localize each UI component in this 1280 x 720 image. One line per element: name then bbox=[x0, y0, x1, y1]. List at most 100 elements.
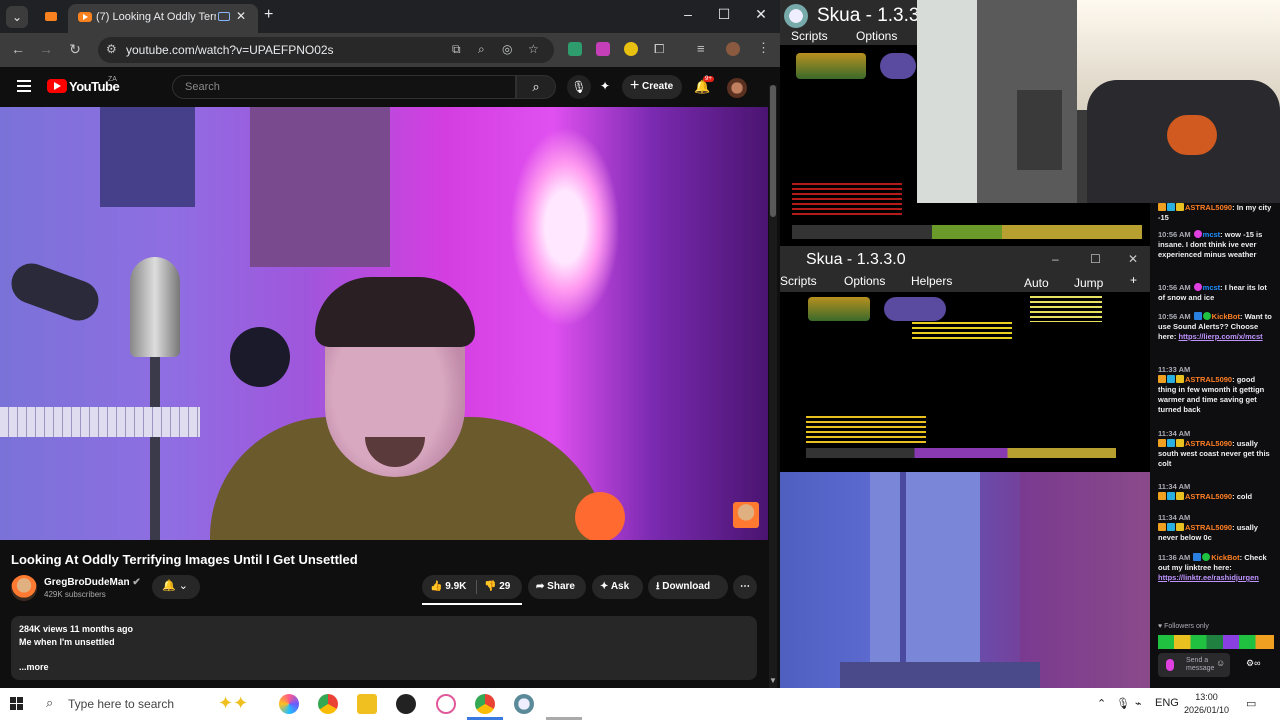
bot-badge-icon bbox=[1193, 312, 1202, 320]
notifications-icon[interactable]: ▭ bbox=[1246, 697, 1256, 710]
target-portrait-2 bbox=[884, 297, 946, 321]
skua-app-icon[interactable] bbox=[514, 694, 534, 714]
windows-start-icon[interactable] bbox=[10, 697, 24, 711]
search-button[interactable]: ⌕ bbox=[516, 75, 556, 99]
bookmark-star-icon[interactable]: ☆ bbox=[528, 42, 539, 56]
microphone bbox=[130, 257, 180, 357]
menu-icon[interactable] bbox=[17, 80, 31, 92]
wall-poster bbox=[100, 107, 195, 207]
skua-maximize-button[interactable]: ☐ bbox=[1090, 252, 1101, 266]
show-hidden-icons-icon[interactable]: ⌃ bbox=[1097, 697, 1106, 710]
extensions-puzzle-icon[interactable]: ⧠ bbox=[654, 41, 664, 57]
reload-icon[interactable]: ↻ bbox=[65, 41, 85, 58]
pinned-youtube-tab[interactable] bbox=[40, 6, 62, 28]
skua-menu-jump[interactable]: Jump bbox=[1074, 276, 1103, 290]
download-button[interactable]: ⭳ Download bbox=[648, 575, 728, 599]
scroll-down-arrow-icon[interactable]: ▼ bbox=[769, 676, 777, 685]
microphone-tray-icon[interactable]: 🎙 bbox=[1116, 697, 1130, 710]
channel-name-text[interactable]: GregBroDudeMan bbox=[44, 577, 130, 588]
network-icon[interactable]: ⌁ bbox=[1135, 697, 1142, 710]
chat-username[interactable]: ASTRAL5090 bbox=[1185, 523, 1232, 532]
copilot-icon[interactable] bbox=[279, 694, 299, 714]
back-arrow-icon[interactable]: ← bbox=[8, 41, 28, 57]
zoom-icon[interactable]: ⌕ bbox=[478, 42, 485, 57]
page-scrollbar[interactable] bbox=[769, 85, 777, 688]
ask-ai-icon[interactable]: ✦ bbox=[600, 79, 610, 93]
search-input[interactable]: Search bbox=[172, 75, 516, 99]
minimize-button[interactable]: – bbox=[673, 6, 703, 22]
create-button[interactable]: Create bbox=[622, 75, 682, 99]
video-player[interactable] bbox=[0, 107, 768, 540]
chat-link[interactable]: https://lierp.com/x/mcst bbox=[1178, 332, 1262, 341]
subscribed-bell-button[interactable]: 🔔 ⌄ bbox=[152, 575, 200, 599]
chrome-icon[interactable] bbox=[318, 694, 338, 714]
tab-close-icon[interactable]: ✕ bbox=[236, 9, 246, 23]
chat-username[interactable]: ASTRAL5090 bbox=[1185, 203, 1232, 212]
chat-username[interactable]: KickBot bbox=[1211, 553, 1239, 562]
channel-name[interactable]: GregBroDudeMan ✔ bbox=[44, 577, 141, 588]
extension-green-icon[interactable] bbox=[568, 42, 582, 56]
skua-top-menu-options[interactable]: Options bbox=[856, 29, 897, 43]
skua-menu-auto[interactable]: Auto bbox=[1024, 276, 1049, 290]
chat-username[interactable]: mcst bbox=[1203, 230, 1221, 239]
more-actions-button[interactable]: ⋯ bbox=[733, 575, 757, 599]
scrollbar-thumb[interactable] bbox=[770, 85, 776, 217]
media-controls-icon[interactable]: ≡ bbox=[697, 41, 705, 56]
description-box[interactable]: 284K views 11 months ago Me when I'm uns… bbox=[11, 616, 757, 680]
tracking-blocked-icon[interactable]: ◎ bbox=[502, 42, 512, 56]
emoji-icon[interactable]: ☺ bbox=[1216, 658, 1225, 668]
search-highlight-icon[interactable]: ✦✦ bbox=[218, 693, 248, 714]
emote-bar[interactable] bbox=[1158, 635, 1274, 649]
close-button[interactable]: ✕ bbox=[746, 6, 776, 23]
chat-link[interactable]: https://linktr.ee/rashidjurgen bbox=[1158, 573, 1259, 582]
more-link[interactable]: ...more bbox=[19, 662, 49, 672]
chat-username[interactable]: ASTRAL5090 bbox=[1185, 375, 1232, 384]
tab-active[interactable]: (7) Looking At Oddly Terrify ✕ bbox=[68, 4, 258, 33]
account-avatar[interactable] bbox=[727, 78, 747, 98]
share-button[interactable]: ➦ Share bbox=[528, 575, 586, 599]
profile-avatar[interactable] bbox=[726, 42, 740, 56]
ask-button[interactable]: ✦ Ask bbox=[592, 575, 643, 599]
tab-search-button[interactable]: ⌄ bbox=[6, 6, 28, 28]
site-info-icon[interactable]: ⚙ bbox=[106, 42, 117, 56]
chrome-menu-icon[interactable]: ⋮ bbox=[757, 40, 770, 56]
file-explorer-icon[interactable] bbox=[357, 694, 377, 714]
taskbar-search-icon[interactable]: ⌕ bbox=[46, 695, 53, 711]
snipping-tool-icon[interactable] bbox=[436, 694, 456, 714]
youtube-logo-icon[interactable] bbox=[47, 79, 67, 93]
settings-icon[interactable]: ⚙∞ bbox=[1246, 658, 1260, 669]
skua-menu-scripts[interactable]: Scripts bbox=[780, 274, 817, 288]
skua-menu-add[interactable]: + bbox=[1130, 273, 1137, 287]
language-indicator[interactable]: ENG bbox=[1155, 697, 1179, 709]
obs-icon[interactable] bbox=[396, 694, 416, 714]
skua-menu-helpers[interactable]: Helpers bbox=[911, 274, 952, 288]
voice-search-icon[interactable]: 🎙 bbox=[567, 75, 591, 99]
picture-in-picture-icon[interactable] bbox=[218, 12, 230, 21]
new-tab-button[interactable]: + bbox=[264, 6, 273, 24]
chrome-profile-icon[interactable] bbox=[475, 694, 495, 714]
chat-username[interactable]: ASTRAL5090 bbox=[1185, 439, 1232, 448]
maximize-button[interactable]: ☐ bbox=[709, 6, 739, 23]
skua-menu-options[interactable]: Options bbox=[844, 274, 885, 288]
dislike-button[interactable]: 👎 29 bbox=[484, 575, 510, 599]
chat-mic-icon[interactable] bbox=[1166, 659, 1174, 671]
chrome-window: ⌄ (7) Looking At Oddly Terrify ✕ + – ☐ ✕… bbox=[0, 0, 780, 688]
chat-username[interactable]: mcst bbox=[1203, 283, 1221, 292]
channel-avatar[interactable] bbox=[11, 575, 37, 601]
chat-username[interactable]: ASTRAL5090 bbox=[1185, 492, 1232, 501]
channel-watermark[interactable] bbox=[733, 502, 759, 528]
taskbar-search-input[interactable]: Type here to search bbox=[68, 697, 174, 711]
extension-purple-icon[interactable] bbox=[596, 42, 610, 56]
chat-username[interactable]: KickBot bbox=[1212, 312, 1240, 321]
url-text[interactable]: youtube.com/watch?v=UPAEFPNO02s bbox=[126, 43, 334, 57]
taskbar-clock[interactable]: 13:00 2026/01/10 bbox=[1184, 691, 1229, 717]
address-bar[interactable]: ⚙ youtube.com/watch?v=UPAEFPNO02s ⧉ ⌕ ◎ … bbox=[98, 37, 554, 63]
game-view-bottom[interactable] bbox=[780, 292, 1150, 472]
forward-arrow-icon[interactable]: → bbox=[36, 41, 56, 57]
skua-close-button[interactable]: ✕ bbox=[1128, 252, 1138, 266]
skua-top-menu-scripts[interactable]: Scripts bbox=[791, 29, 828, 43]
skua-minimize-button[interactable]: – bbox=[1052, 252, 1059, 266]
like-button[interactable]: 👍 9.9K bbox=[430, 575, 466, 599]
extension-yellow-icon[interactable] bbox=[624, 42, 638, 56]
install-app-icon[interactable]: ⧉ bbox=[452, 42, 461, 57]
